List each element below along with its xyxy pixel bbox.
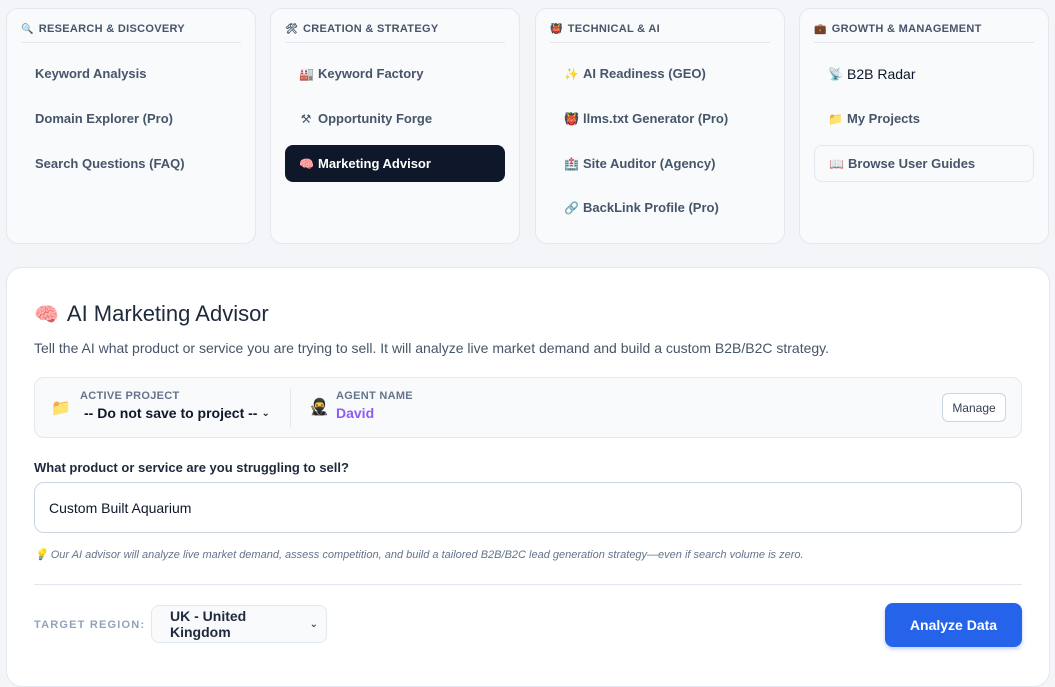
nav-item-backlink-profile[interactable]: 🔗 BackLink Profile (Pro) [550,189,770,226]
hammer-pick-icon: ⚒ [300,111,312,126]
page-title-row: 🧠 AI Marketing Advisor [34,298,1022,330]
book-icon: 📖 [829,156,844,171]
nav-item-keyword-analysis[interactable]: Keyword Analysis [21,55,241,92]
product-input[interactable] [34,482,1022,533]
nav-heading-growth: 💼 GROWTH & MANAGEMENT [814,23,1034,43]
magnifier-icon: 🔍 [21,23,34,35]
hint-text: 💡 Our AI advisor will analyze live marke… [34,548,1022,562]
nav-heading-label: CREATION & STRATEGY [303,23,439,35]
nav-item-opportunity-forge[interactable]: ⚒ Opportunity Forge [285,100,505,137]
nav-item-label: My Projects [847,111,920,126]
nav-item-search-questions[interactable]: Search Questions (FAQ) [21,145,241,182]
nav-item-ai-readiness[interactable]: ✨ AI Readiness (GEO) [550,55,770,92]
nav-item-label: B2B Radar [847,65,916,82]
agent-name-block: AGENT NAME David [336,390,413,421]
nav-item-my-projects[interactable]: 📁 My Projects [814,100,1034,137]
nav-item-label: Marketing Advisor [318,156,431,171]
target-region-value: UK - United Kingdom [170,608,247,640]
folder-icon: 📁 [828,111,843,126]
nav-item-label: Site Auditor (Agency) [583,156,716,171]
divider [290,388,291,428]
ogre-icon: 👹 [564,111,579,126]
manage-button[interactable]: Manage [942,393,1006,422]
nav-heading-label: GROWTH & MANAGEMENT [831,23,982,35]
target-region-label: TARGET REGION: [34,619,146,631]
nav-item-keyword-factory[interactable]: 🏭 Keyword Factory [285,55,505,92]
nav-card-creation: 🛠 CREATION & STRATEGY 🏭 Keyword Factory … [270,8,520,244]
nav-heading-label: TECHNICAL & AI [567,23,660,35]
nav-heading-technical: 👹 TECHNICAL & AI [550,23,770,43]
nav-item-label: Keyword Factory [318,66,424,81]
marketing-advisor-panel: 🧠 AI Marketing Advisor Tell the AI what … [6,267,1050,687]
ogre-icon: 👹 [550,23,563,35]
hospital-icon: 🏥 [564,156,579,171]
nav-item-site-auditor[interactable]: 🏥 Site Auditor (Agency) [550,145,770,182]
satellite-dish-icon: 📡 [828,66,843,81]
project-bar: 📁 ACTIVE PROJECT -- Do not save to proje… [34,377,1022,438]
nav-item-label: Browse User Guides [848,156,976,171]
sparkles-icon: ✨ [564,66,579,81]
brain-icon: 🧠 [34,303,59,326]
active-project-label: ACTIVE PROJECT [80,390,180,402]
nav-card-research: 🔍 RESEARCH & DISCOVERY Keyword Analysis … [6,8,256,244]
nav-item-label: Search Questions (FAQ) [35,156,185,171]
active-project-block: ACTIVE PROJECT -- Do not save to project… [80,390,270,421]
factory-icon: 🏭 [299,66,314,81]
briefcase-icon: 💼 [814,23,827,35]
nav-heading-label: RESEARCH & DISCOVERY [38,23,185,35]
tools-icon: 🛠 [285,23,298,35]
nav-item-llms-txt-generator[interactable]: 👹 llms.txt Generator (Pro) [550,100,770,137]
chevron-down-icon: ⌄ [309,618,318,630]
nav-heading-research: 🔍 RESEARCH & DISCOVERY [21,23,241,43]
nav-item-marketing-advisor[interactable]: 🧠 Marketing Advisor [285,145,505,182]
nav-item-browse-user-guides[interactable]: 📖 Browse User Guides [814,145,1034,182]
analyze-data-button[interactable]: Analyze Data [885,603,1022,647]
nav-item-label: Keyword Analysis [35,66,147,81]
page-subtitle: Tell the AI what product or service you … [34,340,830,356]
action-footer: TARGET REGION: UK - United Kingdom ⌄ Ana… [34,584,1022,664]
chevron-down-icon: ⌄ [261,407,270,419]
page-title: AI Marketing Advisor [66,301,269,326]
agent-name-value: David [336,405,375,421]
ninja-icon: 🥷 [309,399,329,416]
nav-item-label: BackLink Profile (Pro) [583,200,719,215]
lightbulb-icon: 💡 [34,549,48,561]
nav-item-label: Opportunity Forge [318,111,433,126]
link-icon: 🔗 [564,200,579,215]
tool-navigation: 🔍 RESEARCH & DISCOVERY Keyword Analysis … [6,8,1050,244]
target-region-select[interactable]: UK - United Kingdom ⌄ [151,605,327,643]
brain-icon: 🧠 [299,156,314,171]
active-project-value: -- Do not save to project -- [84,405,258,421]
hint-label: Our AI advisor will analyze live market … [50,548,804,561]
product-field-label: What product or service are you struggli… [34,460,349,475]
nav-item-label: Domain Explorer (Pro) [35,111,173,126]
nav-item-domain-explorer[interactable]: Domain Explorer (Pro) [21,100,241,137]
nav-card-growth: 💼 GROWTH & MANAGEMENT 📡 B2B Radar 📁 My P… [799,8,1049,244]
nav-item-label: AI Readiness (GEO) [583,66,706,81]
active-project-select[interactable]: -- Do not save to project -- ⌄ [80,405,270,421]
nav-item-b2b-radar[interactable]: 📡 B2B Radar [814,55,1034,92]
nav-item-label: llms.txt Generator (Pro) [583,111,729,126]
agent-name-label: AGENT NAME [336,390,413,402]
nav-heading-creation: 🛠 CREATION & STRATEGY [285,23,505,43]
nav-card-technical: 👹 TECHNICAL & AI ✨ AI Readiness (GEO) 👹 … [535,8,785,244]
folder-icon: 📁 [51,400,71,417]
